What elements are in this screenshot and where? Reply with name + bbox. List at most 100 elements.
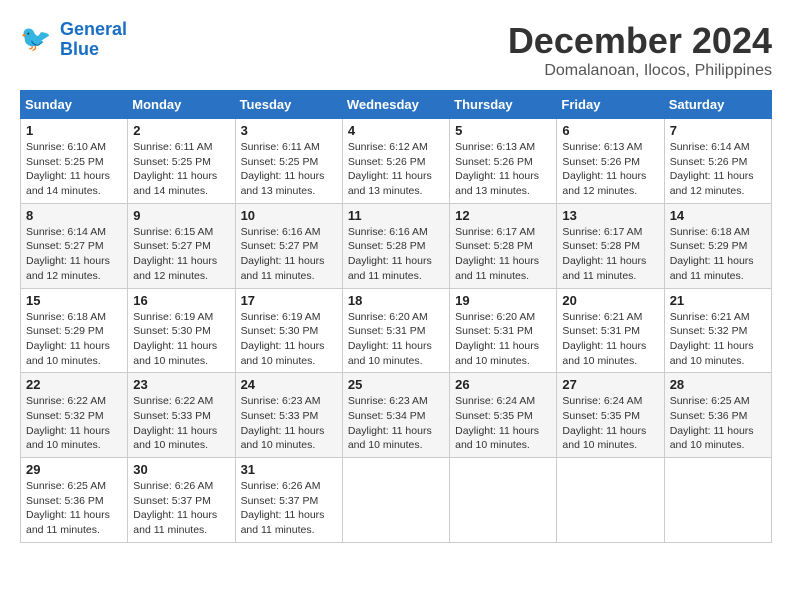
- day-cell-21: 21 Sunrise: 6:21 AMSunset: 5:32 PMDayligh…: [664, 288, 771, 373]
- day-info: Sunrise: 6:25 AMSunset: 5:36 PMDaylight:…: [26, 479, 122, 538]
- calendar: SundayMondayTuesdayWednesdayThursdayFrid…: [20, 90, 772, 543]
- logo-line1: General: [60, 19, 127, 39]
- empty-cell: [557, 458, 664, 543]
- day-number: 24: [241, 377, 337, 392]
- day-cell-22: 22Sunrise: 6:22 AMSunset: 5:32 PMDayligh…: [21, 373, 128, 458]
- empty-cell: [450, 458, 557, 543]
- day-cell-26: 26Sunrise: 6:24 AMSunset: 5:35 PMDayligh…: [450, 373, 557, 458]
- day-info: Sunrise: 6:22 AMSunset: 5:33 PMDaylight:…: [133, 394, 229, 453]
- calendar-week-5: 29 Sunrise: 6:25 AMSunset: 5:36 PMDayligh…: [21, 458, 772, 543]
- day-info: Sunrise: 6:20 AMSunset: 5:31 PMDaylight:…: [455, 310, 551, 369]
- day-number: 28: [670, 377, 766, 392]
- day-cell-11: 11 Sunrise: 6:16 AMSunset: 5:28 PMDayligh…: [342, 203, 449, 288]
- day-number: 29: [26, 462, 122, 477]
- day-cell-25: 25Sunrise: 6:23 AMSunset: 5:34 PMDayligh…: [342, 373, 449, 458]
- day-cell-18: 18Sunrise: 6:20 AMSunset: 5:31 PMDayligh…: [342, 288, 449, 373]
- header: 🐦 General Blue December 2024 Domalanoan,…: [20, 20, 772, 80]
- header-thursday: Thursday: [450, 91, 557, 119]
- day-number: 12: [455, 208, 551, 223]
- day-info: Sunrise: 6:23 AMSunset: 5:33 PMDaylight:…: [241, 394, 337, 453]
- day-info: Sunrise: 6:17 AMSunset: 5:28 PMDaylight:…: [562, 225, 658, 284]
- svg-text:🐦: 🐦: [20, 25, 51, 53]
- header-friday: Friday: [557, 91, 664, 119]
- day-info: Sunrise: 6:14 AMSunset: 5:26 PMDaylight:…: [670, 140, 766, 199]
- day-number: 23: [133, 377, 229, 392]
- day-info: Sunrise: 6:14 AMSunset: 5:27 PMDaylight:…: [26, 225, 122, 284]
- header-wednesday: Wednesday: [342, 91, 449, 119]
- day-cell-17: 17Sunrise: 6:19 AMSunset: 5:30 PMDayligh…: [235, 288, 342, 373]
- logo-text: General Blue: [60, 20, 127, 60]
- day-cell-4: 4 Sunrise: 6:12 AMSunset: 5:26 PMDaylight…: [342, 119, 449, 204]
- day-number: 8: [26, 208, 122, 223]
- day-info: Sunrise: 6:22 AMSunset: 5:32 PMDaylight:…: [26, 394, 122, 453]
- day-number: 20: [562, 293, 658, 308]
- empty-cell: [664, 458, 771, 543]
- day-info: Sunrise: 6:16 AMSunset: 5:27 PMDaylight:…: [241, 225, 337, 284]
- day-number: 13: [562, 208, 658, 223]
- day-cell-1: 1Sunrise: 6:10 AMSunset: 5:25 PMDaylight…: [21, 119, 128, 204]
- day-number: 10: [241, 208, 337, 223]
- day-number: 26: [455, 377, 551, 392]
- day-info: Sunrise: 6:26 AMSunset: 5:37 PMDaylight:…: [241, 479, 337, 538]
- day-number: 27: [562, 377, 658, 392]
- header-saturday: Saturday: [664, 91, 771, 119]
- day-info: Sunrise: 6:13 AMSunset: 5:26 PMDaylight:…: [562, 140, 658, 199]
- day-info: Sunrise: 6:21 AMSunset: 5:31 PMDaylight:…: [562, 310, 658, 369]
- day-number: 6: [562, 123, 658, 138]
- day-number: 5: [455, 123, 551, 138]
- day-info: Sunrise: 6:12 AMSunset: 5:26 PMDaylight:…: [348, 140, 444, 199]
- day-info: Sunrise: 6:11 AMSunset: 5:25 PMDaylight:…: [241, 140, 337, 199]
- day-info: Sunrise: 6:15 AMSunset: 5:27 PMDaylight:…: [133, 225, 229, 284]
- day-info: Sunrise: 6:19 AMSunset: 5:30 PMDaylight:…: [133, 310, 229, 369]
- day-number: 21: [670, 293, 766, 308]
- day-cell-12: 12Sunrise: 6:17 AMSunset: 5:28 PMDayligh…: [450, 203, 557, 288]
- empty-cell: [342, 458, 449, 543]
- day-number: 18: [348, 293, 444, 308]
- day-cell-8: 8 Sunrise: 6:14 AMSunset: 5:27 PMDaylight…: [21, 203, 128, 288]
- calendar-week-2: 8 Sunrise: 6:14 AMSunset: 5:27 PMDaylight…: [21, 203, 772, 288]
- day-cell-24: 24 Sunrise: 6:23 AMSunset: 5:33 PMDayligh…: [235, 373, 342, 458]
- logo-icon: 🐦: [20, 22, 56, 58]
- day-number: 4: [348, 123, 444, 138]
- day-number: 17: [241, 293, 337, 308]
- day-info: Sunrise: 6:16 AMSunset: 5:28 PMDaylight:…: [348, 225, 444, 284]
- calendar-week-3: 15Sunrise: 6:18 AMSunset: 5:29 PMDayligh…: [21, 288, 772, 373]
- day-cell-23: 23 Sunrise: 6:22 AMSunset: 5:33 PMDayligh…: [128, 373, 235, 458]
- logo-line2: Blue: [60, 40, 127, 60]
- calendar-header-row: SundayMondayTuesdayWednesdayThursdayFrid…: [21, 91, 772, 119]
- day-cell-14: 14Sunrise: 6:18 AMSunset: 5:29 PMDayligh…: [664, 203, 771, 288]
- day-number: 3: [241, 123, 337, 138]
- day-cell-3: 3 Sunrise: 6:11 AMSunset: 5:25 PMDaylight…: [235, 119, 342, 204]
- day-info: Sunrise: 6:13 AMSunset: 5:26 PMDaylight:…: [455, 140, 551, 199]
- day-number: 1: [26, 123, 122, 138]
- day-number: 16: [133, 293, 229, 308]
- day-number: 7: [670, 123, 766, 138]
- day-cell-5: 5 Sunrise: 6:13 AMSunset: 5:26 PMDaylight…: [450, 119, 557, 204]
- day-cell-7: 7 Sunrise: 6:14 AMSunset: 5:26 PMDaylight…: [664, 119, 771, 204]
- header-tuesday: Tuesday: [235, 91, 342, 119]
- location-title: Domalanoan, Ilocos, Philippines: [508, 62, 772, 80]
- day-number: 14: [670, 208, 766, 223]
- day-number: 11: [348, 208, 444, 223]
- header-monday: Monday: [128, 91, 235, 119]
- day-number: 25: [348, 377, 444, 392]
- day-cell-15: 15Sunrise: 6:18 AMSunset: 5:29 PMDayligh…: [21, 288, 128, 373]
- day-number: 15: [26, 293, 122, 308]
- day-number: 19: [455, 293, 551, 308]
- day-info: Sunrise: 6:26 AMSunset: 5:37 PMDaylight:…: [133, 479, 229, 538]
- day-cell-6: 6 Sunrise: 6:13 AMSunset: 5:26 PMDaylight…: [557, 119, 664, 204]
- day-info: Sunrise: 6:24 AMSunset: 5:35 PMDaylight:…: [562, 394, 658, 453]
- day-cell-29: 29 Sunrise: 6:25 AMSunset: 5:36 PMDayligh…: [21, 458, 128, 543]
- day-cell-10: 10 Sunrise: 6:16 AMSunset: 5:27 PMDayligh…: [235, 203, 342, 288]
- day-number: 2: [133, 123, 229, 138]
- day-info: Sunrise: 6:21 AMSunset: 5:32 PMDaylight:…: [670, 310, 766, 369]
- day-cell-2: 2Sunrise: 6:11 AMSunset: 5:25 PMDaylight…: [128, 119, 235, 204]
- day-number: 31: [241, 462, 337, 477]
- title-area: December 2024 Domalanoan, Ilocos, Philip…: [508, 20, 772, 80]
- day-number: 9: [133, 208, 229, 223]
- day-cell-13: 13 Sunrise: 6:17 AMSunset: 5:28 PMDayligh…: [557, 203, 664, 288]
- day-cell-9: 9 Sunrise: 6:15 AMSunset: 5:27 PMDaylight…: [128, 203, 235, 288]
- day-cell-30: 30Sunrise: 6:26 AMSunset: 5:37 PMDayligh…: [128, 458, 235, 543]
- day-cell-28: 28Sunrise: 6:25 AMSunset: 5:36 PMDayligh…: [664, 373, 771, 458]
- month-title: December 2024: [508, 20, 772, 62]
